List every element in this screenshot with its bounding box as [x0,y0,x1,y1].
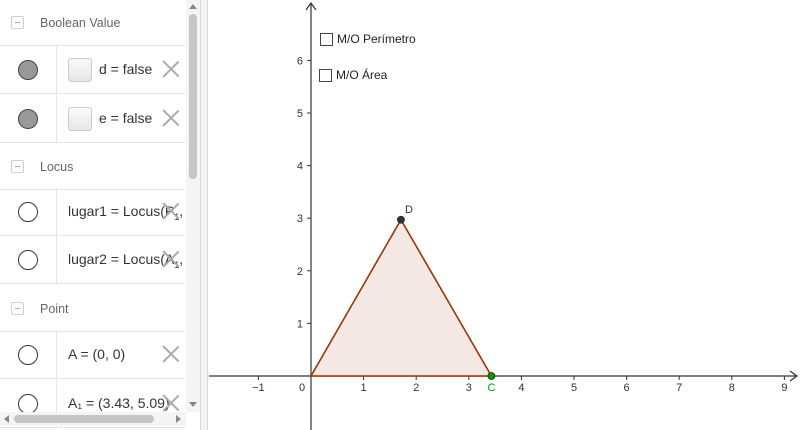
graphics-canvas[interactable]: −1 0 1 2 3 4 5 6 7 8 9 1 2 3 4 5 6 D C [209,0,800,430]
panel-divider[interactable] [200,0,208,430]
point-C[interactable] [487,372,496,380]
checkbox-area[interactable]: M/O Área [319,67,387,83]
x-tick-label: 8 [729,382,735,394]
x-tick-label: −1 [252,382,265,394]
scroll-left-icon[interactable] [4,415,9,423]
delete-icon[interactable] [162,345,180,363]
visibility-marble-icon[interactable] [18,345,38,365]
algebra-view: Boolean Value d = false e = false Locus … [0,0,200,430]
y-tick-label: 1 [297,318,303,330]
x-tick-label: 7 [676,382,682,394]
scroll-up-icon[interactable] [189,4,197,9]
vertical-scrollbar[interactable] [186,0,200,412]
collapse-locus-icon[interactable] [11,160,24,173]
x-tick-label: 3 [466,382,472,394]
x-tick-label: 0 [299,382,305,394]
group-boolean-value[interactable]: Boolean Value [0,0,185,46]
collapse-point-icon[interactable] [11,302,24,315]
delete-icon[interactable] [162,60,180,78]
delete-icon[interactable] [162,202,180,220]
marble-cell [0,188,57,235]
visibility-marble-icon[interactable] [18,250,38,270]
y-tick-label: 5 [297,108,303,120]
row-text[interactable]: e = false [99,110,200,126]
group-point[interactable]: Point [0,286,185,332]
y-tick-label: 3 [297,213,303,225]
point-label-D: D [405,204,413,216]
x-tick-label: 9 [781,382,787,394]
marble-cell [0,46,57,93]
checkbox-area-label[interactable]: M/O Área [336,68,387,82]
algebra-row-d[interactable]: d = false [0,46,185,94]
scroll-right-icon[interactable] [176,415,181,423]
checkbox-area-box[interactable] [319,68,332,82]
marble-cell [0,331,57,378]
y-tick-label: 4 [297,161,303,173]
checkbox-perimetro-label[interactable]: M/O Perímetro [337,32,416,46]
y-tick-label: 2 [297,266,303,278]
algebra-row-lugar2[interactable]: lugar2 = Locus(A1, [0,236,185,284]
x-tick-label: 5 [571,382,577,394]
vertical-scroll-thumb[interactable] [189,14,197,179]
collapse-boolean-icon[interactable] [11,16,24,29]
checkbox-perimetro-box[interactable] [320,32,333,46]
marble-cell [0,236,57,283]
delete-icon[interactable] [162,394,180,412]
checkbox-perimetro[interactable]: M/O Perímetro [320,31,416,47]
x-tick-label: 1 [361,382,367,394]
group-label: Locus [40,159,74,174]
visibility-marble-icon[interactable] [18,109,38,129]
algebra-row-e[interactable]: e = false [0,95,185,143]
x-tick-label: 2 [413,382,419,394]
delete-icon[interactable] [162,109,180,127]
boolean-checkbox-e[interactable] [68,107,92,131]
horizontal-scroll-thumb[interactable] [14,415,154,423]
visibility-marble-icon[interactable] [18,202,38,222]
visibility-marble-icon[interactable] [18,60,38,80]
point-label-C: C [487,382,495,394]
algebra-row-A[interactable]: A = (0, 0) [0,331,185,379]
triangle-polygon[interactable] [310,218,493,377]
x-tick-label: 4 [518,382,524,394]
horizontal-scrollbar[interactable] [0,412,186,426]
x-tick-label: 6 [624,382,630,394]
group-locus[interactable]: Locus [0,144,185,190]
y-tick-label: 6 [297,55,303,67]
group-label: Point [40,301,69,316]
boolean-checkbox-d[interactable] [68,58,92,82]
delete-icon[interactable] [162,250,180,268]
graphics-view[interactable]: −1 0 1 2 3 4 5 6 7 8 9 1 2 3 4 5 6 D C M/O Perímetro M/O Á… [209,0,800,430]
row-text[interactable]: d = false [99,61,200,77]
point-D[interactable] [397,215,405,224]
marble-cell [0,95,57,142]
scroll-down-icon[interactable] [189,402,197,407]
algebra-row-lugar1[interactable]: lugar1 = Locus(P1, [0,188,185,236]
group-label: Boolean Value [40,15,121,30]
geogebra-app: Boolean Value d = false e = false Locus … [0,0,800,430]
visibility-marble-icon[interactable] [18,394,38,414]
